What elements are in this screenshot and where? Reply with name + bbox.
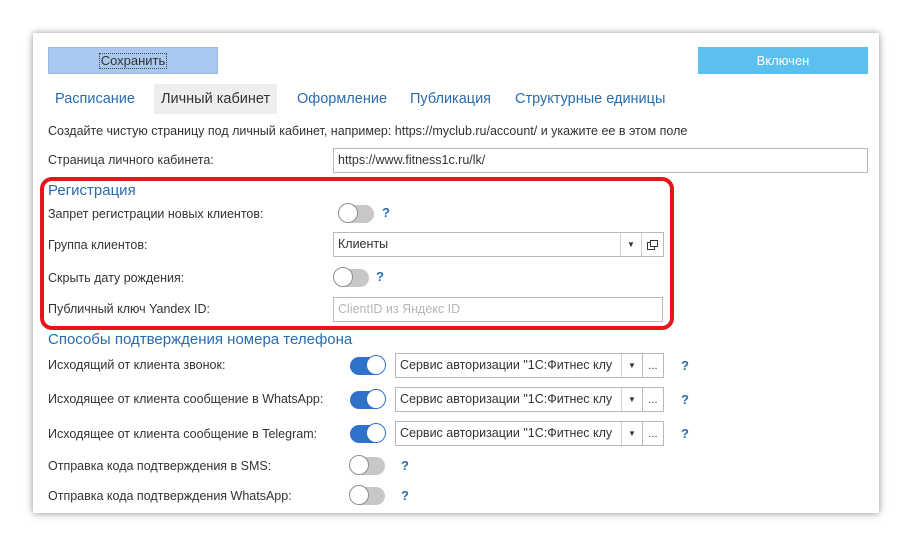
outgoing-call-service-select[interactable]: Сервис авторизации "1С:Фитнес клу ▼ [395, 353, 643, 378]
hide-birthdate-label: Скрыть дату рождения: [48, 271, 185, 285]
outgoing-call-more-button[interactable]: ... [642, 353, 664, 378]
telegram-message-service-select[interactable]: Сервис авторизации "1С:Фитнес клу ▼ [395, 421, 643, 446]
enabled-status-button[interactable]: Включен [698, 47, 868, 74]
yandex-key-label: Публичный ключ Yandex ID: [48, 302, 211, 316]
account-page-label: Страница личного кабинета: [48, 153, 214, 167]
ban-registration-help-icon[interactable]: ? [382, 205, 390, 220]
registration-section-title: Регистрация [48, 182, 136, 199]
sms-code-label: Отправка кода подтверждения в SMS: [48, 459, 272, 473]
chevron-down-icon[interactable]: ▼ [620, 233, 641, 256]
whatsapp-message-help-icon[interactable]: ? [681, 392, 689, 407]
outgoing-call-label: Исходящий от клиента звонок: [48, 358, 226, 372]
toggle-knob [349, 485, 369, 505]
tab-appearance[interactable]: Оформление [290, 84, 394, 114]
chevron-down-icon[interactable]: ▼ [621, 354, 642, 377]
chevron-down-icon[interactable]: ▼ [621, 388, 642, 411]
tab-personal-account[interactable]: Личный кабинет [154, 84, 278, 114]
whatsapp-code-toggle[interactable] [349, 485, 385, 505]
tab-structural-units[interactable]: Структурные единицы [508, 84, 672, 114]
toggle-knob [366, 355, 386, 375]
whatsapp-message-more-button[interactable]: ... [642, 387, 664, 412]
account-page-hint: Создайте чистую страницу под личный каби… [48, 124, 688, 138]
save-button-label: Сохранить [98, 52, 168, 69]
whatsapp-message-label: Исходящее от клиента сообщение в WhatsAp… [48, 392, 324, 406]
sms-code-help-icon[interactable]: ? [401, 458, 409, 473]
client-group-value: Клиенты [338, 237, 389, 251]
telegram-message-label: Исходящее от клиента сообщение в Telegra… [48, 427, 318, 441]
whatsapp-code-help-icon[interactable]: ? [401, 488, 409, 503]
toggle-knob [349, 455, 369, 475]
telegram-message-more-button[interactable]: ... [642, 421, 664, 446]
toggle-knob [333, 267, 353, 287]
client-group-select[interactable]: Клиенты ▼ [333, 232, 664, 257]
toggle-knob [366, 423, 386, 443]
whatsapp-code-label: Отправка кода подтверждения WhatsApp: [48, 489, 292, 503]
telegram-message-toggle[interactable] [350, 423, 386, 443]
ban-registration-label: Запрет регистрации новых клиентов: [48, 207, 264, 221]
ban-registration-toggle[interactable] [338, 203, 374, 223]
telegram-message-service-value: Сервис авторизации "1С:Фитнес клу [400, 426, 613, 440]
outgoing-call-toggle[interactable] [350, 355, 386, 375]
outgoing-call-help-icon[interactable]: ? [681, 358, 689, 373]
whatsapp-message-service-value: Сервис авторизации "1С:Фитнес клу [400, 392, 613, 406]
sms-code-toggle[interactable] [349, 455, 385, 475]
whatsapp-message-toggle[interactable] [350, 389, 386, 409]
chevron-down-icon[interactable]: ▼ [621, 422, 642, 445]
telegram-message-help-icon[interactable]: ? [681, 426, 689, 441]
save-button[interactable]: Сохранить [48, 47, 218, 74]
toggle-knob [366, 389, 386, 409]
account-page-input[interactable]: https://www.fitness1c.ru/lk/ [333, 148, 868, 173]
toggle-knob [338, 203, 358, 223]
outgoing-call-service-value: Сервис авторизации "1С:Фитнес клу [400, 358, 613, 372]
tab-schedule[interactable]: Расписание [48, 84, 142, 114]
hide-birthdate-help-icon[interactable]: ? [376, 269, 384, 284]
client-group-label: Группа клиентов: [48, 238, 148, 252]
phone-confirmation-section-title: Способы подтверждения номера телефона [48, 331, 353, 348]
settings-panel: Сохранить Включен Расписание Личный каби… [33, 33, 879, 513]
tab-publication[interactable]: Публикация [403, 84, 498, 114]
hide-birthdate-toggle[interactable] [333, 267, 369, 287]
yandex-key-input[interactable]: ClientID из Яндекс ID [333, 297, 663, 322]
open-form-icon[interactable] [641, 233, 663, 256]
whatsapp-message-service-select[interactable]: Сервис авторизации "1С:Фитнес клу ▼ [395, 387, 643, 412]
